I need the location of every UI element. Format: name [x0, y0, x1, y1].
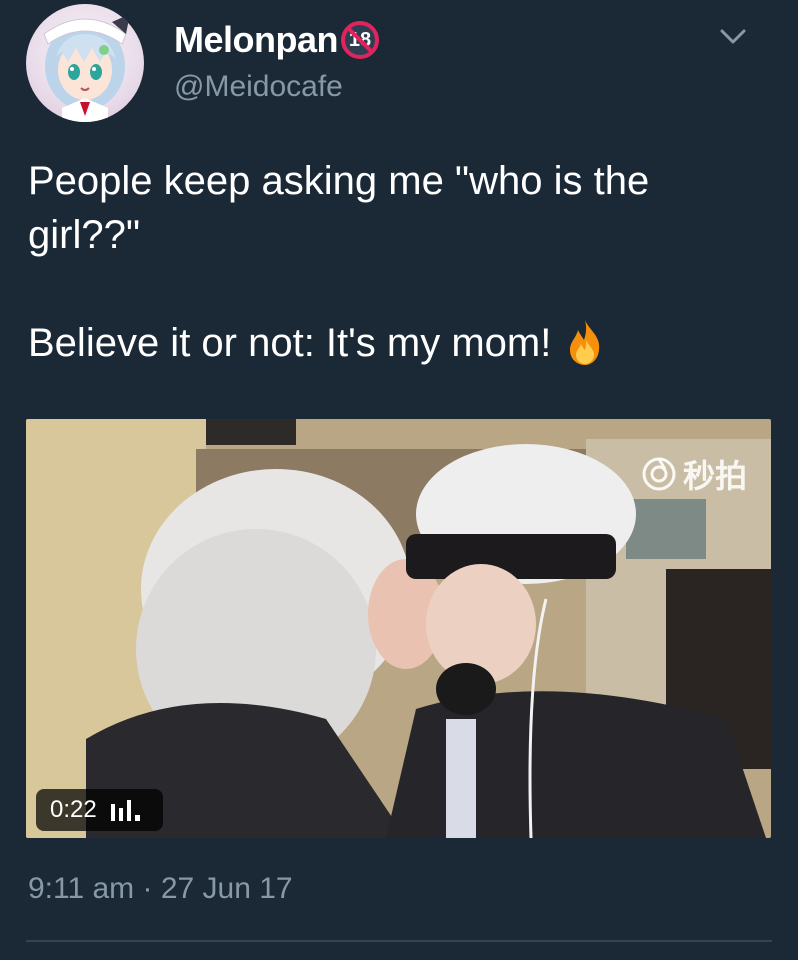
camera-shutter-icon — [641, 456, 677, 492]
chevron-down-icon — [720, 29, 746, 44]
age-restriction-badge: 18 — [340, 20, 380, 60]
author-display-name[interactable]: Melonpan — [174, 19, 339, 61]
tweet-text-line-2-wrap: Believe it or not: It's my mom! — [28, 316, 768, 370]
fire-icon — [565, 318, 605, 366]
author-handle[interactable]: @Meidocafe — [174, 70, 343, 104]
divider — [26, 940, 772, 942]
anime-maid-avatar-icon — [43, 14, 130, 122]
tweet-card: Melonpan 18 @Meidocafe People keep askin… — [0, 0, 798, 960]
tweet-body: People keep asking me "who is the girl??… — [28, 154, 768, 370]
author-name-row: Melonpan 18 — [174, 16, 380, 64]
tweet-text-line-1: People keep asking me "who is the girl??… — [28, 159, 650, 257]
tweet-menu-button[interactable] — [718, 24, 748, 48]
watermark-text: 秒拍 — [682, 457, 747, 495]
author-avatar[interactable] — [26, 4, 144, 122]
video-duration-badge: 0:22 — [36, 789, 163, 831]
tweet-timestamp[interactable]: 9:11 am · 27 Jun 17 — [28, 872, 293, 906]
tweet-text-line-2: Believe it or not: It's my mom! — [28, 321, 552, 365]
volume-bars-icon — [109, 799, 149, 821]
video-duration: 0:22 — [50, 796, 97, 823]
video-player[interactable]: 秒拍 0:22 — [26, 419, 771, 838]
no-slash-icon — [346, 26, 374, 54]
video-watermark: 秒拍 — [641, 451, 747, 497]
